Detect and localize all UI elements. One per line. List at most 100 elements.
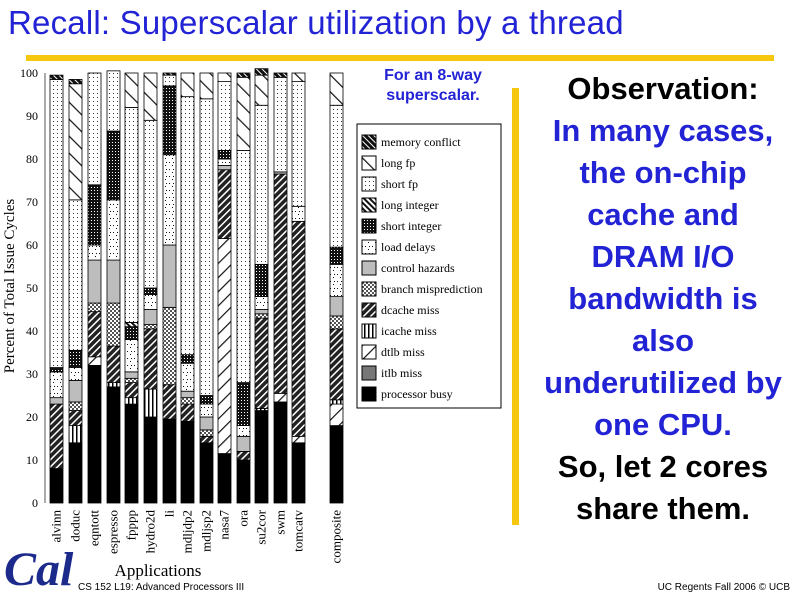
legend-label: branch misprediction bbox=[381, 282, 483, 296]
legend-item: itlb miss bbox=[361, 365, 422, 381]
bar-segment-load-delays bbox=[180, 362, 195, 392]
observation-line: cache and bbox=[587, 197, 739, 232]
bar-segment-dcache-miss bbox=[106, 345, 121, 383]
bar-segment-processor-busy bbox=[254, 410, 269, 504]
bar-segment-icache-miss bbox=[124, 397, 139, 405]
x-tick-label: nasa7 bbox=[217, 510, 232, 540]
x-tick-label: swm bbox=[273, 510, 288, 535]
bar-segment-dcache-miss bbox=[68, 410, 83, 426]
legend-item: branch misprediction bbox=[361, 281, 483, 297]
bar-segment-short-integer bbox=[217, 149, 232, 160]
y-tick-label: 90 bbox=[26, 109, 38, 123]
slide-title: Recall: Superscalar utilization by a thr… bbox=[8, 4, 624, 41]
legend-swatch bbox=[361, 134, 377, 150]
bar-segment-long-integer bbox=[124, 321, 139, 328]
legend-label: long integer bbox=[381, 198, 439, 212]
bar-fpppp bbox=[124, 72, 139, 504]
legend-swatch bbox=[361, 386, 377, 402]
legend-item: short fp bbox=[361, 176, 418, 192]
bar-segment-control-hazards bbox=[143, 309, 158, 325]
bar-segment-control-hazards bbox=[106, 259, 121, 304]
bar-segment-load-delays bbox=[217, 158, 232, 166]
legend-swatch bbox=[361, 302, 377, 318]
x-axis-title: Applications bbox=[115, 561, 202, 580]
legend-item: dtlb miss bbox=[361, 344, 425, 360]
bar-segment-load-delays bbox=[124, 339, 139, 373]
bar-segment-short-fp bbox=[68, 199, 83, 351]
bar-segment-short-integer bbox=[124, 326, 139, 341]
bar-segment-long-fp bbox=[217, 72, 232, 83]
y-tick-label: 40 bbox=[26, 324, 38, 338]
bar-segment-dcache-miss bbox=[180, 403, 195, 422]
bar-segment-short-fp bbox=[329, 104, 344, 248]
legend-swatch bbox=[361, 197, 377, 213]
bar-segment-load-delays bbox=[87, 244, 102, 261]
bar-segment-icache-miss bbox=[329, 399, 344, 405]
bar-segment-processor-busy bbox=[68, 442, 83, 504]
bar-segment-long-fp bbox=[199, 72, 214, 100]
y-tick-label: 80 bbox=[26, 152, 38, 166]
bar-segment-load-delays bbox=[254, 296, 269, 310]
bar-segment-memory-conflict bbox=[68, 79, 83, 85]
bar-segment-short-fp bbox=[180, 96, 195, 356]
bar-segment-processor-busy bbox=[217, 453, 232, 504]
bar-segment-branch-misprediction bbox=[143, 324, 158, 330]
bar-segment-load-delays bbox=[329, 263, 344, 298]
bar-segment-branch-misprediction bbox=[329, 315, 344, 330]
bar-mdljsp2 bbox=[199, 72, 214, 504]
bar-segment-short-integer bbox=[143, 287, 158, 295]
bar-doduc bbox=[68, 79, 83, 504]
conclusion-line: share them. bbox=[575, 491, 750, 526]
bar-segment-memory-conflict bbox=[162, 72, 177, 76]
bar-segment-control-hazards bbox=[236, 435, 251, 452]
bar-segment-dcache-miss bbox=[124, 382, 139, 399]
bar-segment-short-fp bbox=[106, 70, 121, 132]
x-tick-label: mdljsp2 bbox=[199, 510, 214, 552]
bar-segment-long-fp bbox=[254, 74, 269, 106]
bar-segment-processor-busy bbox=[273, 401, 288, 504]
bar-composite bbox=[329, 72, 344, 504]
cal-logo-text: Cal bbox=[4, 543, 74, 595]
bar-segment-memory-conflict bbox=[273, 72, 288, 78]
y-tick-label: 0 bbox=[32, 496, 38, 510]
bar-segment-branch-misprediction bbox=[68, 401, 83, 411]
cal-logo: Cal bbox=[4, 543, 74, 595]
bar-segment-load-delays bbox=[106, 199, 121, 261]
observation-heading: Observation: bbox=[567, 71, 759, 106]
x-tick-label: doduc bbox=[68, 510, 83, 542]
y-tick-label: 60 bbox=[26, 238, 38, 252]
bar-segment-icache-miss bbox=[143, 388, 158, 418]
bar-segment-load-delays bbox=[236, 425, 251, 437]
x-tick-label: fpppp bbox=[124, 510, 139, 540]
legend-label: processor busy bbox=[381, 387, 453, 401]
legend-label: memory conflict bbox=[381, 135, 461, 149]
bar-segment-branch-misprediction bbox=[106, 302, 121, 347]
legend-label: itlb miss bbox=[381, 366, 422, 380]
stacked-bar-chart: 0 10 20 30 40 50 60 70 80 90 100 alvinn doduc eqntot… bbox=[2, 66, 502, 580]
bar-segment-short-fp bbox=[162, 74, 177, 87]
bar-segment-processor-busy bbox=[49, 468, 64, 504]
copyright-footer: UC Regents Fall 2006 © UCB bbox=[657, 582, 790, 593]
bar-segment-processor-busy bbox=[124, 403, 139, 504]
legend-item: icache miss bbox=[361, 323, 437, 339]
bar-segment-dcache-miss bbox=[162, 384, 177, 420]
bar-segment-short-fp bbox=[143, 119, 158, 289]
bar-su2cor bbox=[254, 68, 269, 504]
x-tick-label: li bbox=[162, 510, 177, 518]
bar-segment-short-fp bbox=[254, 104, 269, 265]
legend-item: long fp bbox=[361, 155, 415, 171]
legend-item: control hazards bbox=[361, 260, 455, 276]
legend-item: short integer bbox=[361, 218, 441, 234]
legend-swatch bbox=[361, 323, 377, 339]
bar-segment-short-integer bbox=[49, 367, 64, 373]
bar-segment-long-fp bbox=[329, 72, 344, 106]
bar-segment-dcache-miss bbox=[273, 173, 288, 394]
bars-group bbox=[49, 68, 344, 504]
legend-swatch bbox=[361, 260, 377, 276]
bar-segment-short-integer bbox=[68, 349, 83, 368]
bar-segment-icache-miss bbox=[68, 425, 83, 444]
bar-segment-control-hazards bbox=[329, 296, 344, 317]
x-tick-label: tomcatv bbox=[291, 510, 306, 552]
bar-segment-control-hazards bbox=[254, 309, 269, 315]
bar-segment-short-fp bbox=[199, 98, 214, 396]
